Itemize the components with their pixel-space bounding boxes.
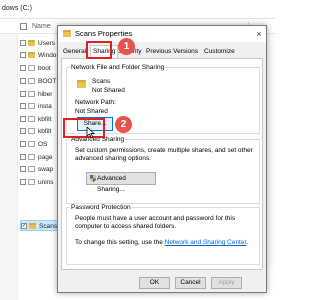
file-list-item[interactable]: Windo	[20, 50, 60, 61]
password-protection-description: People must have a user account and pass…	[75, 215, 236, 230]
folder-icon	[29, 223, 36, 229]
step-1-callout: 1	[118, 38, 135, 55]
file-icon	[28, 91, 35, 97]
tab-previous-versions[interactable]: Previous Versions	[144, 46, 200, 58]
item-checkbox[interactable]	[20, 40, 26, 46]
folder-icon	[28, 40, 35, 46]
item-checkbox[interactable]	[20, 103, 26, 109]
file-list-item[interactable]: ✓ Scans	[20, 220, 60, 231]
item-checkbox[interactable]	[20, 78, 26, 84]
file-list-item[interactable]: unins	[20, 177, 60, 188]
file-list-item[interactable]: page	[20, 152, 60, 163]
item-checkbox[interactable]	[20, 52, 26, 58]
item-checkbox[interactable]	[20, 154, 26, 160]
navigation-pane	[0, 34, 18, 300]
item-name: OS	[38, 141, 48, 148]
network-path-value: Not Shared	[75, 108, 108, 115]
network-path-label: Network Path:	[75, 99, 116, 106]
advanced-sharing-button[interactable]: Advanced Sharing...	[86, 172, 156, 193]
share-status: Not Shared	[92, 87, 125, 94]
file-list-item[interactable]: insta	[20, 101, 60, 112]
item-checkbox[interactable]	[20, 91, 26, 97]
network-sharing-center-link[interactable]: Network and Sharing Center	[165, 239, 247, 246]
item-name: unins	[38, 179, 54, 186]
item-name: Windo	[38, 52, 57, 59]
address-text: dows (C:)	[2, 5, 32, 12]
advanced-sharing-group: Advanced Sharing Set custom permissions,…	[66, 136, 260, 204]
dialog-title-bar: Scans Properties ×	[58, 26, 266, 42]
file-list-item[interactable]: OS	[20, 139, 60, 150]
name-column-header[interactable]: Name	[32, 23, 51, 30]
file-icon	[28, 128, 35, 134]
advanced-sharing-description: Set custom permissions, create multiple …	[75, 147, 253, 162]
item-name: insta	[38, 103, 52, 110]
properties-dialog: Scans Properties × General Sharing Secur…	[57, 25, 267, 293]
file-list-item[interactable]: swap	[20, 164, 60, 175]
item-name: kbfilt	[38, 116, 52, 123]
change-setting-prefix: To change this setting, use the	[75, 239, 163, 246]
step-2-callout: 2	[115, 116, 132, 133]
file-icon	[28, 116, 35, 122]
file-list-item[interactable]: BOOT	[20, 76, 60, 87]
file-list-item[interactable]: kbfilt	[20, 114, 60, 125]
folder-icon	[63, 30, 71, 37]
network-sharing-title: Network File and Folder Sharing	[70, 64, 166, 71]
share-button-highlight	[63, 118, 105, 138]
change-setting-text: To change this setting, use the Network …	[75, 239, 248, 246]
tab-customize[interactable]: Customize	[202, 46, 237, 58]
item-checkbox[interactable]	[20, 65, 26, 71]
file-icon	[28, 78, 35, 84]
file-list-item[interactable]: hiber	[20, 89, 60, 100]
advanced-sharing-button-label: Advanced Sharing...	[97, 175, 126, 193]
item-checkbox[interactable]	[20, 141, 26, 147]
item-name: kbfilt	[38, 128, 52, 135]
file-icon	[28, 103, 35, 109]
item-name: BOOT	[38, 78, 57, 85]
item-checkbox[interactable]	[20, 116, 26, 122]
item-checkbox[interactable]	[20, 128, 26, 134]
mouse-cursor-icon	[86, 127, 96, 139]
item-name: hiber	[38, 91, 53, 98]
item-checkbox[interactable]: ✓	[21, 223, 27, 229]
file-list-item[interactable]: Users	[20, 38, 60, 49]
shield-icon	[90, 175, 96, 182]
apply-button[interactable]: Apply	[211, 277, 242, 289]
ok-button[interactable]: OK	[139, 277, 170, 289]
scrollbar[interactable]	[266, 34, 275, 266]
file-icon	[28, 166, 35, 172]
item-checkbox[interactable]	[20, 179, 26, 185]
file-icon	[28, 65, 35, 71]
password-protection-title: Password Protection	[70, 204, 132, 211]
shared-folder-icon	[77, 80, 86, 88]
item-name: swap	[38, 166, 54, 173]
item-name: boot	[38, 65, 51, 72]
item-checkbox[interactable]	[20, 166, 26, 172]
folder-name: Scans	[92, 78, 111, 85]
file-list-item[interactable]: boot	[20, 63, 60, 74]
cancel-button[interactable]: Cancel	[175, 277, 206, 289]
folder-icon	[28, 52, 35, 58]
file-icon	[28, 154, 35, 160]
item-name: Users	[38, 40, 55, 47]
password-protection-group: Password Protection People must have a u…	[66, 204, 260, 265]
change-setting-period: .	[246, 239, 249, 246]
dialog-title: Scans Properties	[75, 29, 133, 38]
close-button[interactable]: ×	[253, 28, 265, 40]
file-list-item[interactable]: kbfilt	[20, 126, 60, 137]
tab-general[interactable]: General	[61, 46, 88, 58]
file-icon	[28, 179, 35, 185]
item-name: Scans	[39, 223, 58, 230]
item-name: page	[38, 154, 53, 161]
select-all-checkbox[interactable]	[20, 23, 27, 30]
sharing-panel: Network File and Folder Sharing Scans No…	[61, 58, 263, 270]
sharing-tab-highlight	[86, 41, 112, 59]
file-icon	[28, 141, 35, 147]
address-bar[interactable]: dows (C:)	[0, 0, 275, 19]
